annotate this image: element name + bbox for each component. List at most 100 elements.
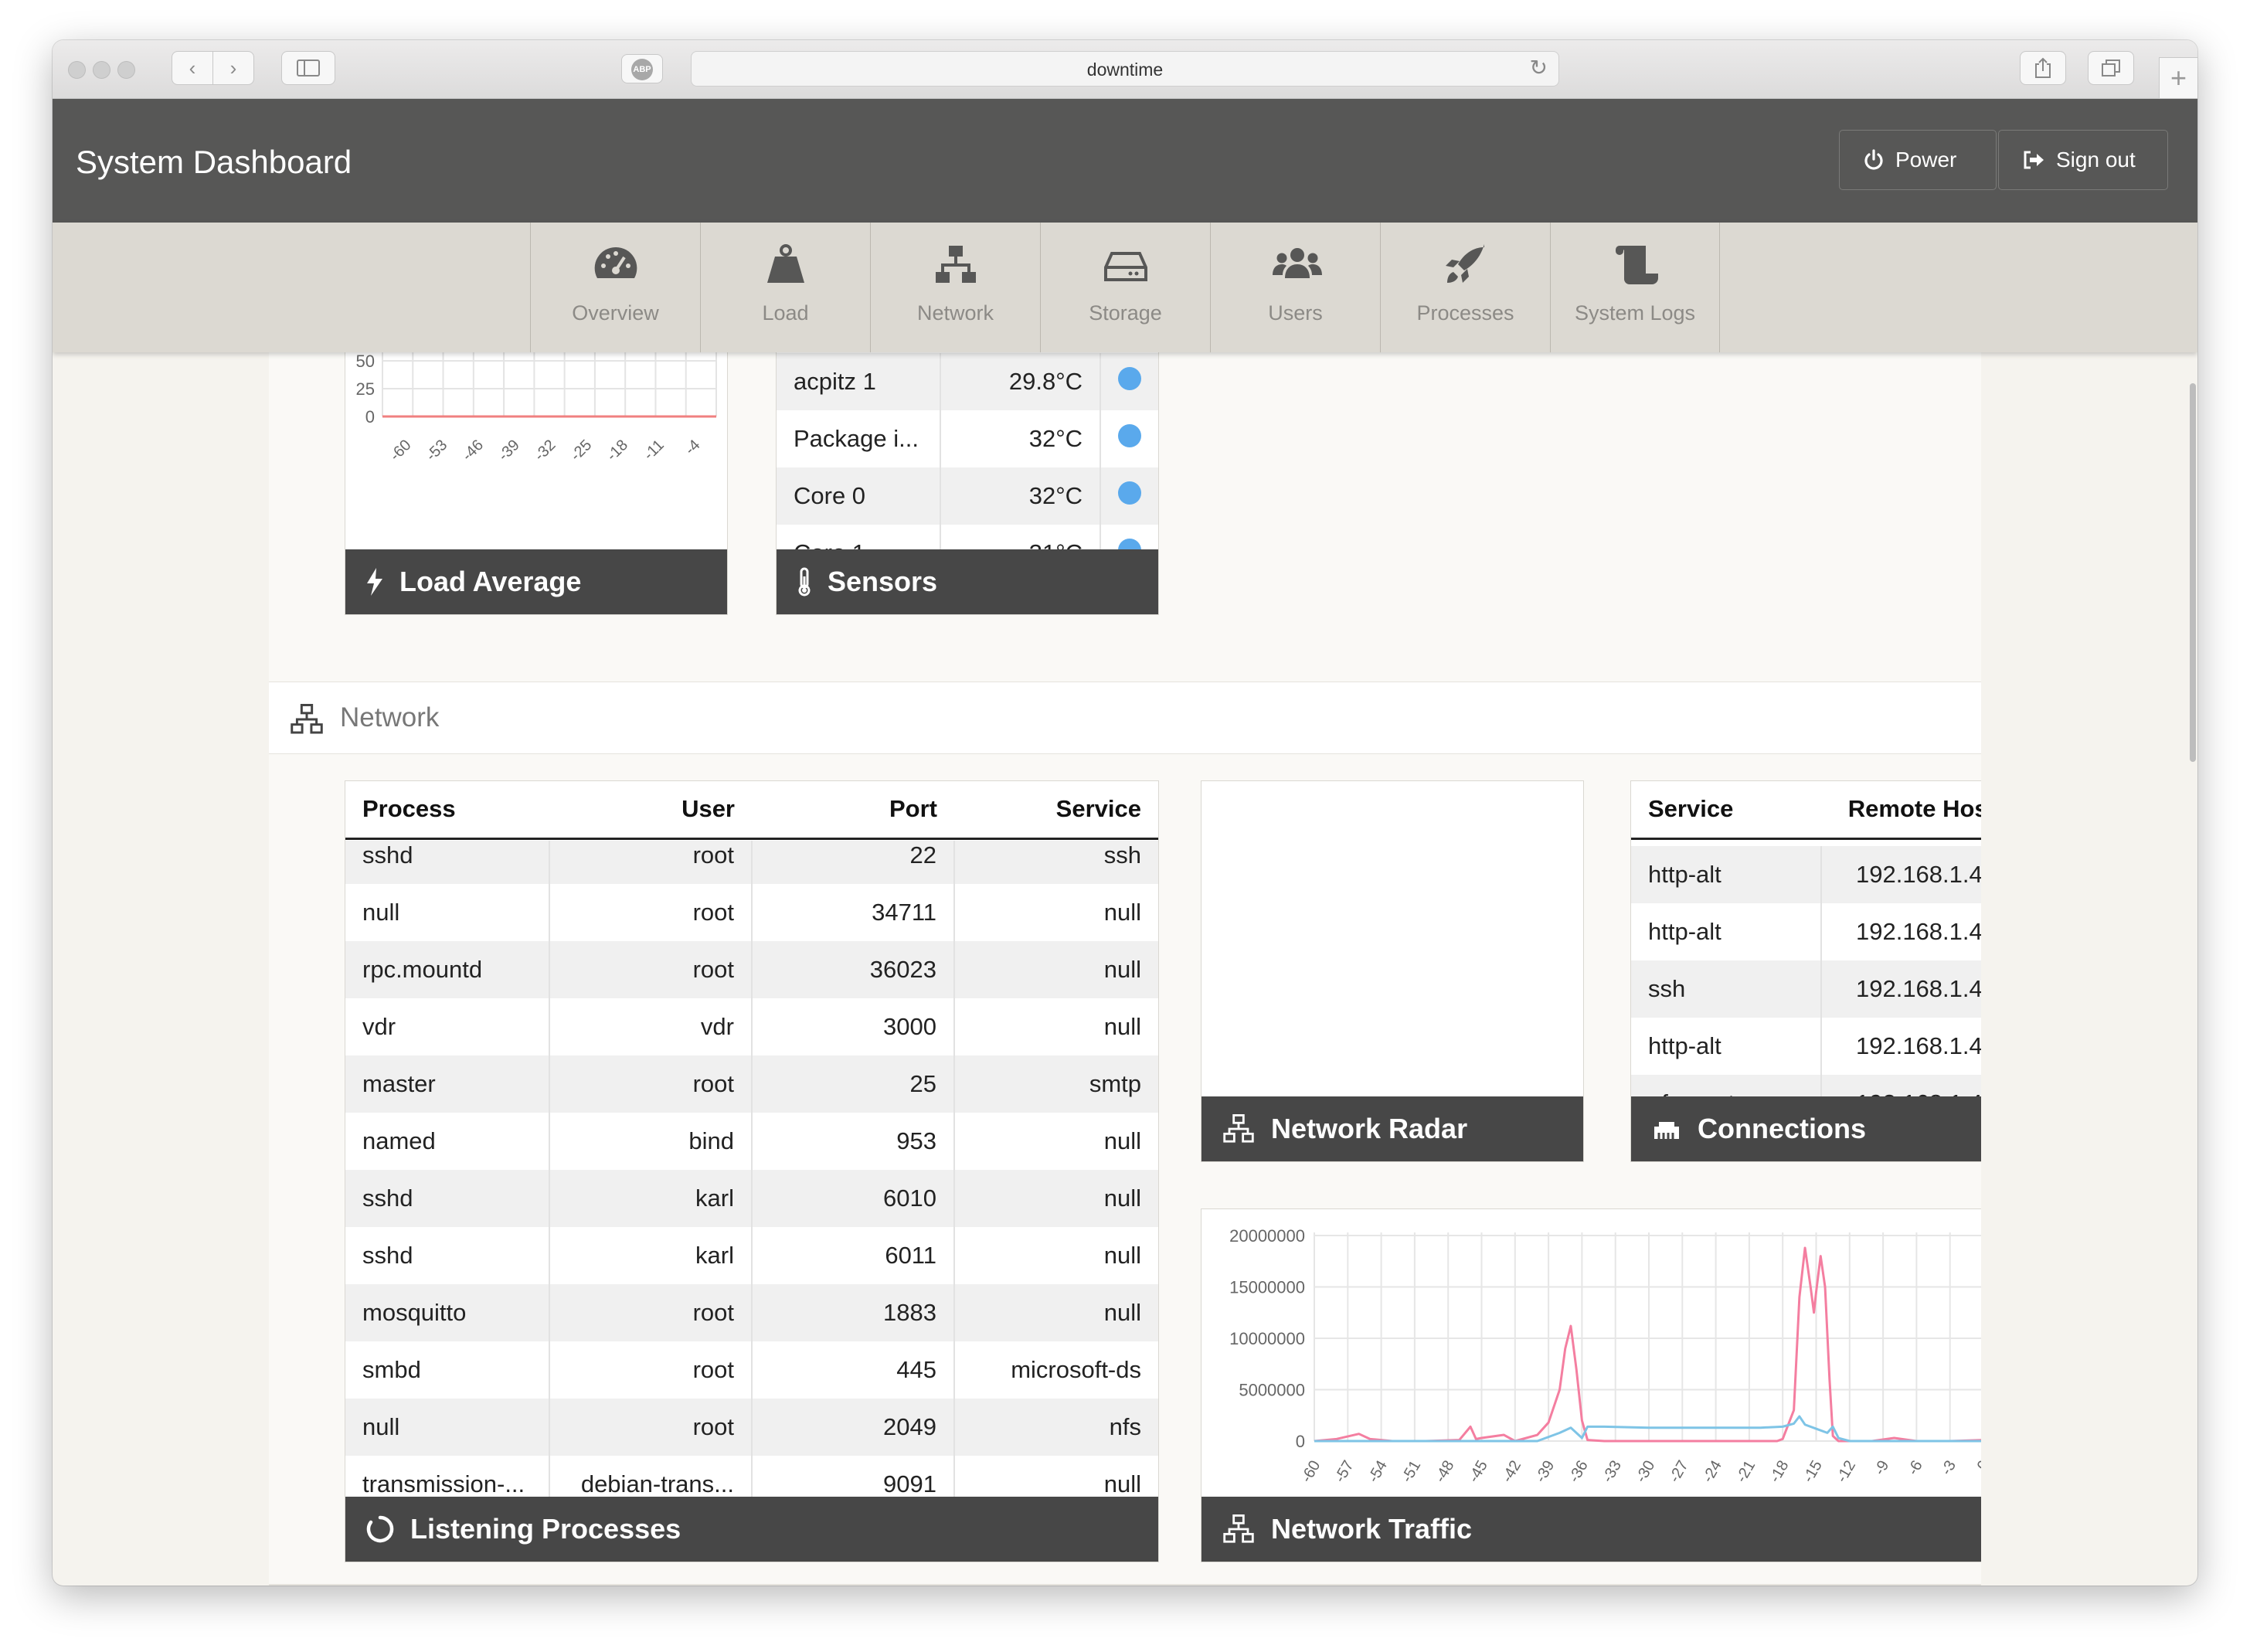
- network-icon: [1223, 1514, 1254, 1543]
- nav-item-network[interactable]: Network: [870, 223, 1040, 352]
- x-tick-label: -21: [1733, 1458, 1759, 1486]
- table-cell: root: [549, 1399, 753, 1456]
- table-row: Core 0 32°C: [777, 467, 1158, 525]
- column-header-service[interactable]: Service: [1631, 781, 1821, 840]
- load-average-panel: 50 25 0 -60 -53 -46 -39 -32 -25 -18 -11 -4 Load Ave…: [345, 352, 728, 615]
- table-cell: 192.168.1.40: [1821, 1075, 1981, 1098]
- table-cell: http-alt: [1631, 1018, 1822, 1075]
- table-cell: sshd: [345, 1227, 550, 1284]
- table-cell: null: [954, 1227, 1158, 1284]
- nav-item-users[interactable]: Users: [1210, 223, 1380, 352]
- window-close-button[interactable]: [68, 61, 86, 79]
- network-icon: [1223, 1114, 1254, 1143]
- table-cell: null: [954, 1113, 1158, 1170]
- table-cell: 445: [752, 1341, 955, 1399]
- nav-label: Overview: [572, 301, 659, 325]
- new-tab-button[interactable]: +: [2159, 57, 2197, 99]
- share-button[interactable]: [2020, 51, 2066, 85]
- connections-panel: Service Remote Host http-alt192.168.1.40…: [1630, 780, 1981, 1162]
- table-cell: vdr: [549, 998, 753, 1055]
- table-cell: afpovertcp: [1631, 1075, 1822, 1098]
- sensor-value: 32°C: [940, 410, 1102, 467]
- sensor-name: Core 0: [777, 467, 941, 525]
- x-tick-label: -54: [1365, 1458, 1391, 1486]
- back-button[interactable]: ‹: [172, 51, 213, 85]
- nav-item-storage[interactable]: Storage: [1040, 223, 1210, 352]
- browser-window: ‹ › ABP downtime ↻ + System Dashboard Po…: [53, 40, 2197, 1586]
- listening-processes-scroll[interactable]: sshd root 22 ssh null root 34711 null rpc.mountd…: [345, 841, 1158, 1498]
- table-cell: root: [549, 1284, 753, 1341]
- y-tick-label: 10000000: [1229, 1329, 1305, 1348]
- column-header-remote-host[interactable]: Remote Host: [1821, 781, 1981, 840]
- gauge-icon: [594, 246, 637, 278]
- table-cell: 34711: [752, 884, 955, 941]
- dashboard-content: 50 25 0 -60 -53 -46 -39 -32 -25 -18 -11 -4 Load Ave…: [269, 352, 1981, 1586]
- x-tick-label: -42: [1499, 1458, 1525, 1486]
- table-row: vdr vdr 3000 null: [345, 998, 1158, 1055]
- nav-label: System Logs: [1574, 301, 1696, 325]
- column-header-user[interactable]: User: [549, 781, 752, 840]
- connections-scroll[interactable]: http-alt192.168.1.40 http-alt192.168.1.40…: [1631, 846, 1981, 1098]
- column-header-process[interactable]: Process: [345, 781, 549, 840]
- address-bar[interactable]: downtime ↻: [691, 51, 1559, 87]
- reload-icon[interactable]: ↻: [1530, 55, 1548, 80]
- x-tick-label: -11: [641, 437, 668, 464]
- sensor-value: 31°C: [940, 525, 1102, 551]
- browser-toolbar: ‹ › ABP downtime ↻ +: [53, 40, 2197, 99]
- network-radar-panel: Network Radar: [1201, 780, 1584, 1162]
- nav-item-processes[interactable]: Processes: [1380, 223, 1550, 352]
- table-row: http-alt192.168.1.40: [1631, 903, 1981, 960]
- table-cell: root: [549, 941, 753, 998]
- tabs-icon: [2102, 59, 2120, 76]
- table-cell: karl: [549, 1170, 753, 1227]
- power-button[interactable]: Power: [1839, 130, 1997, 190]
- x-tick-label: -48: [1432, 1458, 1458, 1486]
- forward-button[interactable]: ›: [212, 51, 254, 85]
- x-tick-label: -60: [1298, 1458, 1324, 1486]
- table-cell: 1883: [752, 1284, 955, 1341]
- listening-processes-titlebar: Listening Processes: [345, 1497, 1158, 1562]
- table-cell: 2049: [752, 1399, 955, 1456]
- page-scrollbar[interactable]: [2190, 383, 2196, 762]
- sensors-panel: acpitz 1 29.8°C Package i... 32°C Core 0…: [776, 352, 1159, 615]
- network-icon: [936, 246, 976, 283]
- column-header-port[interactable]: Port: [752, 781, 954, 840]
- table-cell: named: [345, 1113, 550, 1170]
- chevron-left-icon: ‹: [189, 56, 196, 80]
- rocket-icon: [1446, 244, 1484, 283]
- table-row: named bind 953 null: [345, 1113, 1158, 1170]
- window-minimize-button[interactable]: [93, 61, 110, 79]
- connections-table: http-alt192.168.1.40 http-alt192.168.1.40…: [1631, 846, 1981, 1098]
- sign-out-button[interactable]: Sign out: [1998, 130, 2168, 190]
- sensors-titlebar: Sensors: [777, 549, 1158, 614]
- nav-item-load[interactable]: Load: [700, 223, 870, 352]
- adblock-button[interactable]: ABP: [621, 54, 663, 83]
- spinner-icon: [366, 1515, 394, 1543]
- network-icon: [291, 704, 323, 734]
- tabs-button[interactable]: [2088, 51, 2134, 85]
- nav-item-overview[interactable]: Overview: [530, 223, 700, 352]
- table-row: sshd karl 6011 null: [345, 1227, 1158, 1284]
- table-cell: nfs: [954, 1399, 1158, 1456]
- nav-item-system-logs[interactable]: System Logs: [1550, 223, 1720, 352]
- share-icon: [2035, 57, 2051, 78]
- table-cell: ssh: [1631, 960, 1822, 1018]
- adblock-icon: ABP: [631, 59, 653, 80]
- sensor-status-dot: [1118, 367, 1141, 390]
- sensor-name: Package i...: [777, 410, 941, 467]
- sidebar-toggle-button[interactable]: [281, 51, 335, 85]
- window-zoom-button[interactable]: [117, 61, 135, 79]
- x-tick-label: -3: [1938, 1458, 1959, 1478]
- x-tick-label: -27: [1666, 1458, 1692, 1486]
- table-cell: null: [954, 1284, 1158, 1341]
- sensor-status-dot: [1118, 481, 1141, 505]
- x-tick-label: -39: [1532, 1458, 1558, 1486]
- main-nav: Overview Load Network Storage Users Proc…: [53, 223, 2197, 352]
- load-average-chart: 50 25 0 -60 -53 -46 -39 -32 -25 -18 -11 -4: [356, 352, 717, 464]
- sensor-value: 29.8°C: [940, 353, 1102, 410]
- column-header-service[interactable]: Service: [954, 781, 1158, 840]
- network-traffic-titlebar: Network Traffic: [1201, 1497, 1981, 1562]
- y-tick-label: 15000000: [1229, 1278, 1305, 1297]
- table-cell: karl: [549, 1227, 753, 1284]
- app-title: System Dashboard: [76, 144, 352, 180]
